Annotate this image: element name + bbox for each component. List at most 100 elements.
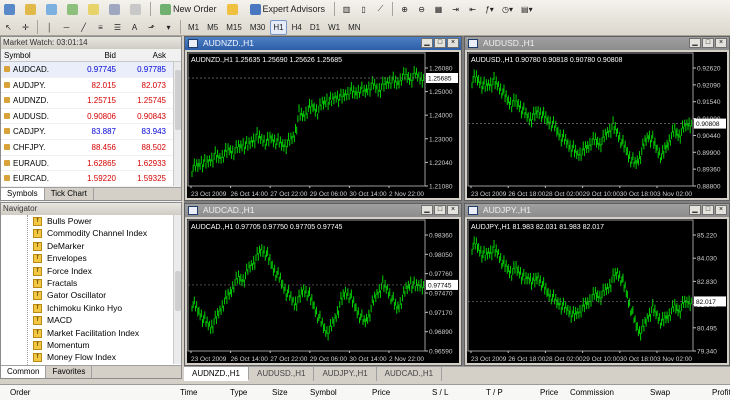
- navigator-icon[interactable]: [85, 2, 104, 17]
- navigator-item[interactable]: f Money Flow Index: [1, 351, 181, 363]
- templates-icon[interactable]: ▤▾: [518, 2, 536, 17]
- column-order[interactable]: Order: [10, 388, 30, 397]
- chart-svg[interactable]: AUDNZD.,H1 1.25635 1.25690 1.25626 1.256…: [187, 52, 459, 200]
- column-tp[interactable]: T / P: [486, 388, 503, 397]
- timeframe-m5[interactable]: M5: [204, 20, 221, 35]
- chart-window-audusd[interactable]: AUDUSD.,H1 ▁ □ × AUDUSD.,H1 0.90780 0.9081…: [464, 36, 730, 201]
- market-watch-row[interactable]: CHFJPY. 88.456 88.502: [1, 140, 181, 156]
- tab-favorites[interactable]: Favorites: [46, 366, 93, 378]
- metaeditor-icon[interactable]: [224, 2, 243, 17]
- chart-svg[interactable]: AUDJPY.,H1 81.983 82.031 81.983 82.017 85…: [467, 219, 727, 365]
- vertical-line-icon[interactable]: │: [42, 20, 57, 35]
- chart-window-title[interactable]: AUDJPY.,H1 ▁ □ ×: [465, 204, 729, 217]
- navigator-item[interactable]: f MACD: [1, 314, 181, 326]
- chart-window-title[interactable]: AUDCAD.,H1 ▁ □ ×: [185, 204, 461, 217]
- column-sl[interactable]: S / L: [432, 388, 448, 397]
- timeframe-mn[interactable]: MN: [345, 20, 363, 35]
- equidistant-channel-icon[interactable]: ≡: [93, 20, 108, 35]
- auto-scroll-icon[interactable]: ⇥: [448, 2, 463, 17]
- chart-tab-audusd[interactable]: AUDUSD.,H1: [249, 367, 315, 381]
- terminal-icon[interactable]: [106, 2, 125, 17]
- minimize-icon[interactable]: ▁: [421, 205, 433, 215]
- market-watch-row[interactable]: CADJPY. 83.887 83.943: [1, 124, 181, 140]
- line-chart-icon[interactable]: ⟋: [373, 2, 388, 17]
- navigator-scrollbar[interactable]: [173, 215, 181, 364]
- text-label-icon[interactable]: A: [127, 20, 142, 35]
- maximize-icon[interactable]: □: [702, 205, 714, 215]
- column-symbol[interactable]: Symbol: [1, 49, 73, 61]
- column-symbol[interactable]: Symbol: [310, 388, 337, 397]
- column-commission[interactable]: Commission: [570, 388, 614, 397]
- timeframe-m30[interactable]: M30: [247, 20, 269, 35]
- navigator-item[interactable]: f Fractals: [1, 277, 181, 289]
- data-window-icon[interactable]: [64, 2, 83, 17]
- market-watch-row[interactable]: EURAUD. 1.62865 1.62933: [1, 156, 181, 172]
- scrollbar-thumb[interactable]: [175, 271, 181, 311]
- timeframe-m1[interactable]: M1: [185, 20, 202, 35]
- maximize-icon[interactable]: □: [434, 205, 446, 215]
- column-swap[interactable]: Swap: [650, 388, 670, 397]
- timeframe-h4[interactable]: H4: [289, 20, 305, 35]
- indicators-icon[interactable]: ƒ▾: [482, 2, 497, 17]
- minimize-icon[interactable]: ▁: [689, 205, 701, 215]
- column-current-price[interactable]: Price: [540, 388, 558, 397]
- market-watch-icon[interactable]: [43, 2, 62, 17]
- navigator-item[interactable]: f Ichimoku Kinko Hyo: [1, 302, 181, 314]
- navigator-item[interactable]: f Force Index: [1, 265, 181, 277]
- periods-icon[interactable]: ◷▾: [499, 2, 516, 17]
- market-watch-row[interactable]: AUDUSD. 0.90806 0.90843: [1, 109, 181, 125]
- strategy-tester-icon[interactable]: [127, 2, 146, 17]
- navigator-item[interactable]: f Momentum: [1, 339, 181, 351]
- candlestick-icon[interactable]: ▯: [356, 2, 371, 17]
- navigator-item[interactable]: f Bulls Power: [1, 215, 181, 227]
- chart-window-title[interactable]: AUDUSD.,H1 ▁ □ ×: [465, 37, 729, 50]
- new-order-button[interactable]: New Order: [155, 2, 222, 17]
- close-icon[interactable]: ×: [715, 38, 727, 48]
- column-ask[interactable]: Ask: [119, 49, 169, 61]
- tile-windows-icon[interactable]: ▦: [431, 2, 446, 17]
- fibonacci-icon[interactable]: ☰: [110, 20, 125, 35]
- new-chart-icon[interactable]: [1, 2, 20, 17]
- minimize-icon[interactable]: ▁: [421, 38, 433, 48]
- tab-symbols[interactable]: Symbols: [1, 188, 45, 200]
- trendline-icon[interactable]: ╱: [76, 20, 91, 35]
- chart-canvas[interactable]: AUDJPY.,H1 81.983 82.031 81.983 82.017 85…: [467, 219, 727, 363]
- navigator-item[interactable]: f DeMarker: [1, 240, 181, 252]
- column-time[interactable]: Time: [180, 388, 197, 397]
- timeframe-m15[interactable]: M15: [223, 20, 245, 35]
- chart-shift-icon[interactable]: ⇤: [465, 2, 480, 17]
- zoom-out-icon[interactable]: ⊖: [414, 2, 429, 17]
- chart-tab-audcad[interactable]: AUDCAD.,H1: [377, 367, 443, 381]
- zoom-in-icon[interactable]: ⊕: [397, 2, 412, 17]
- close-icon[interactable]: ×: [447, 38, 459, 48]
- horizontal-line-icon[interactable]: ─: [59, 20, 74, 35]
- close-icon[interactable]: ×: [447, 205, 459, 215]
- chart-window-audjpy[interactable]: AUDJPY.,H1 ▁ □ × AUDJPY.,H1 81.983 82.031 …: [464, 203, 730, 366]
- close-icon[interactable]: ×: [715, 205, 727, 215]
- market-watch-row[interactable]: AUDNZD. 1.25715 1.25745: [1, 93, 181, 109]
- navigator-item[interactable]: f Commodity Channel Index: [1, 227, 181, 239]
- bar-chart-icon[interactable]: ▥: [339, 2, 354, 17]
- column-bid[interactable]: Bid: [73, 49, 119, 61]
- market-watch-row[interactable]: AUDJPY. 82.015 82.073: [1, 78, 181, 94]
- column-profit[interactable]: Profit: [712, 388, 730, 397]
- chart-svg[interactable]: AUDUSD.,H1 0.90780 0.90818 0.90780 0.908…: [467, 52, 727, 200]
- maximize-icon[interactable]: □: [702, 38, 714, 48]
- market-watch-scrollbar[interactable]: [173, 62, 181, 186]
- tab-common[interactable]: Common: [1, 366, 47, 378]
- chart-window-audnzd[interactable]: AUDNZD.,H1 ▁ □ × AUDNZD.,H1 1.25635 1.2569…: [184, 36, 462, 201]
- cursor-icon[interactable]: ↖: [1, 20, 16, 35]
- maximize-icon[interactable]: □: [434, 38, 446, 48]
- chart-window-title[interactable]: AUDNZD.,H1 ▁ □ ×: [185, 37, 461, 50]
- chart-tab-audjpy[interactable]: AUDJPY.,H1: [314, 367, 377, 381]
- chart-svg[interactable]: AUDCAD.,H1 0.97705 0.97750 0.97705 0.977…: [187, 219, 459, 365]
- timeframe-d1[interactable]: D1: [307, 20, 323, 35]
- chart-window-audcad[interactable]: AUDCAD.,H1 ▁ □ × AUDCAD.,H1 0.97705 0.9775…: [184, 203, 462, 366]
- expert-advisors-button[interactable]: Expert Advisors: [245, 2, 331, 17]
- chart-canvas[interactable]: AUDUSD.,H1 0.90780 0.90818 0.90780 0.908…: [467, 52, 727, 198]
- timeframe-h1[interactable]: H1: [270, 19, 287, 35]
- scrollbar-thumb[interactable]: [175, 70, 181, 130]
- navigator-item[interactable]: f Envelopes: [1, 252, 181, 264]
- navigator-item[interactable]: f Gator Oscillator: [1, 289, 181, 301]
- column-size[interactable]: Size: [272, 388, 288, 397]
